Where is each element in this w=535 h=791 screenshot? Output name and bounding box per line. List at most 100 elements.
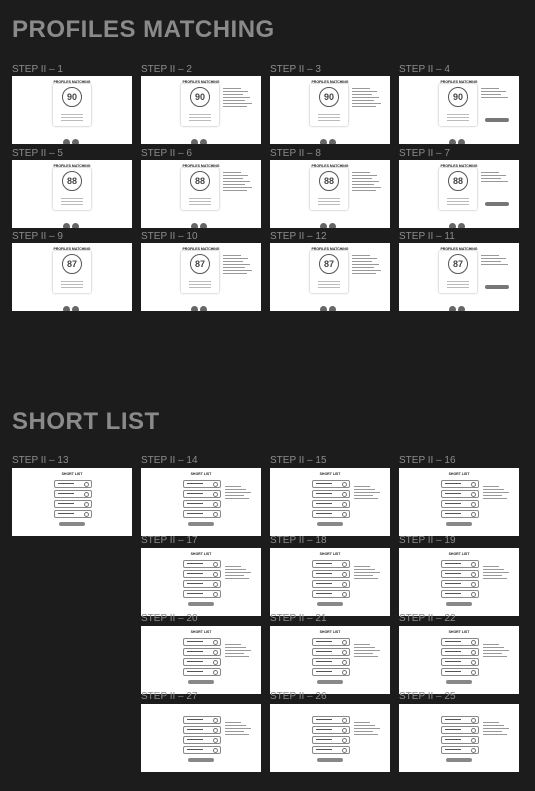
shortlist-row[interactable] bbox=[312, 590, 350, 598]
shortlist-row[interactable] bbox=[54, 480, 92, 488]
reject-button[interactable] bbox=[63, 223, 70, 228]
shortlist-row[interactable] bbox=[312, 736, 350, 744]
artboard[interactable]: SHORT LIST bbox=[141, 548, 261, 616]
artboard[interactable]: PROFILES MATCHING 87 bbox=[12, 243, 132, 311]
reject-button[interactable] bbox=[320, 223, 327, 228]
shortlist-row[interactable] bbox=[183, 716, 221, 724]
remove-icon[interactable] bbox=[471, 670, 476, 675]
shortlist-row[interactable] bbox=[441, 726, 479, 734]
shortlist-row[interactable] bbox=[441, 658, 479, 666]
accept-button[interactable] bbox=[458, 223, 465, 228]
reject-button[interactable] bbox=[449, 223, 456, 228]
artboard[interactable]: SHORT LIST bbox=[12, 468, 132, 536]
shortlist-row[interactable] bbox=[183, 510, 221, 518]
shortlist-action-button[interactable] bbox=[317, 680, 343, 684]
artboard[interactable]: SHORT LIST bbox=[270, 548, 390, 616]
profile-card[interactable]: 88 bbox=[310, 168, 348, 210]
remove-icon[interactable] bbox=[213, 502, 218, 507]
artboard[interactable]: PROFILES MATCHING 90 bbox=[270, 76, 390, 144]
shortlist-row[interactable] bbox=[312, 726, 350, 734]
shortlist-row[interactable] bbox=[441, 500, 479, 508]
shortlist-row[interactable] bbox=[312, 746, 350, 754]
artboard[interactable]: PROFILES MATCHING 88 bbox=[270, 160, 390, 228]
profile-card[interactable]: 87 bbox=[181, 251, 219, 293]
shortlist-row[interactable] bbox=[183, 560, 221, 568]
remove-icon[interactable] bbox=[471, 660, 476, 665]
next-button[interactable] bbox=[485, 118, 509, 122]
remove-icon[interactable] bbox=[471, 640, 476, 645]
remove-icon[interactable] bbox=[213, 572, 218, 577]
shortlist-action-button[interactable] bbox=[446, 680, 472, 684]
reject-button[interactable] bbox=[320, 306, 327, 311]
reject-button[interactable] bbox=[191, 306, 198, 311]
remove-icon[interactable] bbox=[213, 728, 218, 733]
remove-icon[interactable] bbox=[213, 562, 218, 567]
remove-icon[interactable] bbox=[213, 482, 218, 487]
next-button[interactable] bbox=[485, 202, 509, 206]
remove-icon[interactable] bbox=[213, 640, 218, 645]
shortlist-action-button[interactable] bbox=[446, 758, 472, 762]
remove-icon[interactable] bbox=[471, 582, 476, 587]
accept-button[interactable] bbox=[329, 139, 336, 144]
remove-icon[interactable] bbox=[471, 502, 476, 507]
remove-icon[interactable] bbox=[471, 748, 476, 753]
artboard[interactable]: PROFILES MATCHING 90 bbox=[399, 76, 519, 144]
shortlist-row[interactable] bbox=[441, 580, 479, 588]
reject-button[interactable] bbox=[449, 139, 456, 144]
remove-icon[interactable] bbox=[84, 502, 89, 507]
next-button[interactable] bbox=[485, 285, 509, 289]
accept-button[interactable] bbox=[200, 306, 207, 311]
shortlist-row[interactable] bbox=[312, 480, 350, 488]
remove-icon[interactable] bbox=[213, 492, 218, 497]
reject-button[interactable] bbox=[63, 139, 70, 144]
shortlist-row[interactable] bbox=[312, 500, 350, 508]
remove-icon[interactable] bbox=[213, 512, 218, 517]
artboard[interactable]: SHORT LIST bbox=[399, 468, 519, 536]
remove-icon[interactable] bbox=[342, 592, 347, 597]
shortlist-row[interactable] bbox=[441, 668, 479, 676]
shortlist-row[interactable] bbox=[441, 490, 479, 498]
accept-button[interactable] bbox=[72, 139, 79, 144]
accept-button[interactable] bbox=[458, 139, 465, 144]
shortlist-row[interactable] bbox=[312, 658, 350, 666]
artboard[interactable]: PROFILES MATCHING 88 bbox=[12, 160, 132, 228]
artboard[interactable]: PROFILES MATCHING 87 bbox=[399, 243, 519, 311]
shortlist-row[interactable] bbox=[312, 490, 350, 498]
profile-card[interactable]: 87 bbox=[439, 251, 477, 293]
artboard[interactable]: PROFILES MATCHING 90 bbox=[141, 76, 261, 144]
artboard[interactable]: SHORT LIST bbox=[141, 626, 261, 694]
shortlist-action-button[interactable] bbox=[317, 602, 343, 606]
artboard[interactable]: SHORT LIST bbox=[399, 548, 519, 616]
remove-icon[interactable] bbox=[471, 592, 476, 597]
artboard[interactable]: SHORT LIST bbox=[141, 468, 261, 536]
accept-button[interactable] bbox=[72, 306, 79, 311]
artboard[interactable]: SHORT LIST bbox=[270, 468, 390, 536]
remove-icon[interactable] bbox=[342, 640, 347, 645]
accept-button[interactable] bbox=[458, 306, 465, 311]
artboard[interactable]: PROFILES MATCHING 87 bbox=[141, 243, 261, 311]
shortlist-action-button[interactable] bbox=[446, 522, 472, 526]
remove-icon[interactable] bbox=[342, 748, 347, 753]
shortlist-row[interactable] bbox=[183, 746, 221, 754]
shortlist-row[interactable] bbox=[54, 510, 92, 518]
accept-button[interactable] bbox=[200, 223, 207, 228]
shortlist-row[interactable] bbox=[183, 658, 221, 666]
shortlist-action-button[interactable] bbox=[317, 522, 343, 526]
reject-button[interactable] bbox=[191, 139, 198, 144]
remove-icon[interactable] bbox=[84, 492, 89, 497]
shortlist-row[interactable] bbox=[312, 648, 350, 656]
shortlist-row[interactable] bbox=[441, 638, 479, 646]
shortlist-row[interactable] bbox=[183, 726, 221, 734]
shortlist-row[interactable] bbox=[183, 736, 221, 744]
remove-icon[interactable] bbox=[342, 670, 347, 675]
profile-card[interactable]: 88 bbox=[53, 168, 91, 210]
remove-icon[interactable] bbox=[342, 492, 347, 497]
shortlist-action-button[interactable] bbox=[188, 758, 214, 762]
remove-icon[interactable] bbox=[471, 728, 476, 733]
shortlist-action-button[interactable] bbox=[446, 602, 472, 606]
shortlist-row[interactable] bbox=[183, 580, 221, 588]
remove-icon[interactable] bbox=[84, 482, 89, 487]
remove-icon[interactable] bbox=[342, 572, 347, 577]
shortlist-row[interactable] bbox=[183, 480, 221, 488]
shortlist-row[interactable] bbox=[441, 716, 479, 724]
